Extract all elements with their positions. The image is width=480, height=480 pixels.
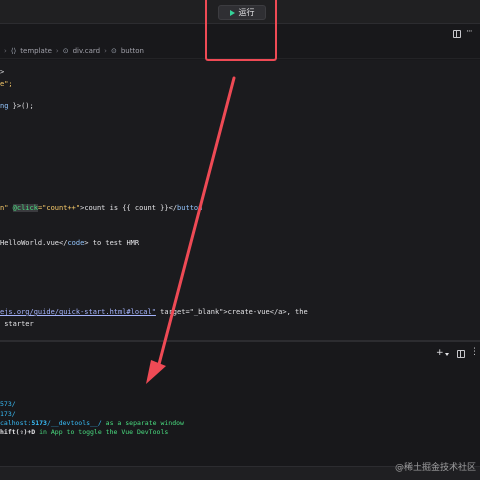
- code-line: starter: [0, 320, 34, 328]
- chevron-down-icon[interactable]: [445, 353, 449, 356]
- code-token: ="count++": [37, 204, 81, 212]
- terminal-token: hift(⇧)+D: [0, 428, 36, 436]
- editor-tab-bar: ···: [0, 24, 480, 44]
- code-token: @click: [12, 204, 38, 212]
- code-line: ng }>();: [0, 100, 34, 112]
- terminal-token: /__devtools__/: [46, 419, 102, 427]
- code-token: button: [177, 204, 203, 212]
- terminal-token: calhost:: [0, 419, 32, 427]
- code-token: >count is {{ count }}</: [80, 204, 178, 212]
- watermark: @稀土掘金技术社区: [394, 463, 476, 473]
- split-editor-icon[interactable]: [453, 30, 461, 38]
- template-tag-icon: ⟨⟩: [10, 47, 17, 55]
- breadcrumb-separator-icon: ›: [104, 47, 107, 55]
- code-token: ejs.org/guide/quick-start.html#local": [0, 308, 156, 316]
- code-line: e";: [0, 80, 13, 88]
- run-button[interactable]: 运行: [218, 5, 266, 20]
- split-terminal-icon[interactable]: [457, 350, 465, 358]
- code-line: HelloWorld.vue</code> to test HMR: [0, 237, 139, 249]
- more-actions-icon[interactable]: ···: [466, 27, 473, 37]
- breadcrumb: › ⟨⟩ template › ⊙ div.card › ⊙ button: [0, 44, 480, 59]
- add-terminal-icon[interactable]: +: [436, 348, 444, 358]
- play-icon: [229, 9, 235, 16]
- code-token: n": [0, 204, 9, 212]
- terminal-line: hift(⇧)+D in App to toggle the Vue DevTo…: [0, 427, 168, 437]
- code-token: > to test HMR: [84, 239, 140, 247]
- code-token: HelloWorld.vue</: [0, 239, 68, 247]
- code-token: target="_blank">create-vue</a>, the: [155, 308, 308, 316]
- code-token: }>();: [8, 102, 34, 110]
- breadcrumb-separator-icon: ›: [55, 47, 59, 55]
- terminal-token: as a separate window: [101, 419, 184, 427]
- element-icon: ⊙: [62, 47, 69, 55]
- code-line: >: [0, 68, 5, 76]
- terminal-token: in App to toggle the Vue DevTools: [35, 428, 169, 436]
- breadcrumb-div-card[interactable]: div.card: [73, 47, 101, 55]
- terminal-panel[interactable]: + ⋮ 573/ 173/ calhost:5173/__devtools__/…: [0, 342, 480, 466]
- code-token: code: [67, 239, 85, 247]
- code-line: ejs.org/guide/quick-start.html#local" ta…: [0, 306, 308, 318]
- code-editor[interactable]: > e"; ng }>(); n" @click="count++">count…: [0, 60, 480, 340]
- element-icon: ⊙: [110, 47, 117, 55]
- breadcrumb-button[interactable]: button: [121, 47, 144, 55]
- breadcrumb-template[interactable]: template: [20, 47, 52, 55]
- title-bar: 运行: [0, 0, 480, 24]
- code-line: n" @click="count++">count is {{ count }}…: [0, 202, 202, 214]
- run-button-label: 运行: [238, 8, 255, 17]
- terminal-token: 5173: [31, 419, 47, 427]
- terminal-line: 573/: [0, 400, 16, 408]
- breadcrumb-separator-icon: ›: [4, 47, 7, 55]
- more-actions-icon[interactable]: ⋮: [470, 347, 479, 357]
